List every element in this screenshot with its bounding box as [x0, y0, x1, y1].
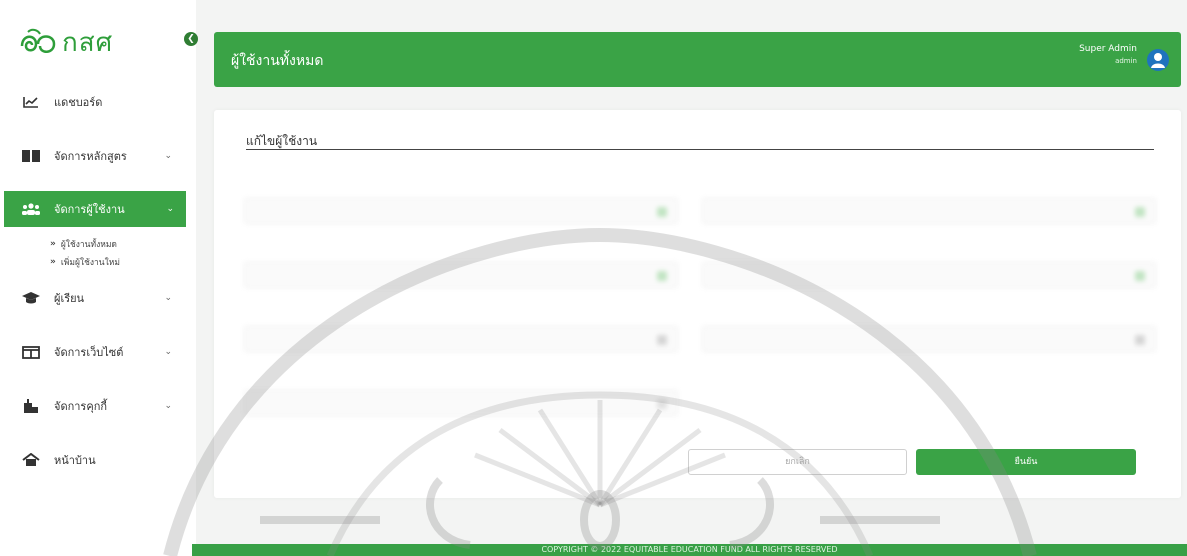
chevron-down-icon: ⌄: [164, 293, 172, 303]
page-header: ผู้ใช้งานทั้งหมด Super Admin admin: [214, 32, 1181, 87]
user-icon: [1151, 53, 1165, 68]
sidebar-subitem-label: ผู้ใช้งานทั้งหมด: [60, 240, 117, 250]
sidebar-item-cookies[interactable]: จัดการคุกกี้ ⌄: [0, 379, 196, 433]
user-name[interactable]: Super Admin: [1079, 44, 1137, 54]
double-chevron-right-icon: »: [50, 239, 56, 249]
field-icon: [657, 271, 667, 281]
form-field[interactable]: [244, 180, 678, 224]
sidebar-item-label: หน้าบ้าน: [54, 454, 96, 467]
sidebar-item-learners[interactable]: ผู้เรียน ⌄: [0, 271, 196, 325]
field-icon: [1135, 335, 1145, 345]
cancel-button[interactable]: ยกเลิก: [688, 449, 907, 475]
layout-icon: [22, 345, 40, 359]
sidebar-item-label: จัดการคุกกี้: [54, 400, 108, 413]
sidebar-subitem-add-user[interactable]: » เพิ่มผู้ใช้งานใหม่: [0, 253, 196, 271]
field-icon: [657, 335, 667, 345]
book-icon: [22, 149, 40, 163]
text-input[interactable]: [702, 262, 1156, 288]
field-icon: [1135, 271, 1145, 281]
sidebar-item-users[interactable]: จัดการผู้ใช้งาน ⌄: [4, 191, 186, 227]
user-role: admin: [1115, 57, 1137, 65]
field-label: [702, 308, 1156, 318]
chevron-down-icon: ⌄: [164, 347, 172, 357]
divider: [246, 149, 1154, 150]
chevron-down-icon: ⌄: [166, 204, 174, 214]
text-input[interactable]: [244, 198, 678, 224]
field-label: [702, 244, 1156, 254]
sidebar-item-dashboard[interactable]: แดชบอร์ด: [0, 75, 196, 129]
avatar[interactable]: [1147, 49, 1169, 71]
sidebar: กสศ ❮ แดชบอร์ด จัดการหลักสูตร ⌄ จัดการผู…: [0, 0, 198, 556]
blurred-form-fields: [244, 180, 1156, 420]
submit-button[interactable]: ยืนยัน: [916, 449, 1136, 475]
chevron-down-icon: ⌄: [164, 401, 172, 411]
sidebar-item-label: แดชบอร์ด: [54, 96, 103, 109]
form-field[interactable]: [244, 372, 678, 416]
form-field[interactable]: [702, 244, 1156, 288]
sidebar-item-courses[interactable]: จัดการหลักสูตร ⌄: [0, 129, 196, 183]
footer-copyright: COPYRIGHT © 2022 EQUITABLE EDUCATION FUN…: [541, 545, 838, 554]
select-input[interactable]: [702, 326, 1156, 352]
field-label: [244, 244, 678, 254]
building-icon: [22, 399, 40, 413]
select-input[interactable]: [244, 390, 678, 416]
field-icon: [657, 207, 667, 217]
field-label: [244, 180, 678, 190]
text-input[interactable]: [702, 198, 1156, 224]
field-label: [244, 308, 678, 318]
edit-user-card: แก้ไขผู้ใช้งาน ยกเลิก ยืนยัน: [214, 110, 1181, 498]
logo-mark-icon: [20, 28, 56, 53]
sidebar-subitem-label: เพิ่มผู้ใช้งานใหม่: [60, 258, 120, 268]
collapse-sidebar-button[interactable]: ❮: [184, 32, 198, 46]
sidebar-subitem-all-users[interactable]: » ผู้ใช้งานทั้งหมด: [0, 235, 196, 253]
users-icon: [22, 202, 40, 216]
sidebar-item-home[interactable]: หน้าบ้าน: [0, 433, 196, 487]
logo[interactable]: กสศ: [18, 22, 113, 63]
sidebar-item-label: จัดการเว็บไซต์: [54, 346, 124, 359]
form-field[interactable]: [244, 244, 678, 288]
footer: COPYRIGHT © 2022 EQUITABLE EDUCATION FUN…: [192, 544, 1187, 556]
page-title: ผู้ใช้งานทั้งหมด: [231, 53, 324, 69]
home-icon: [22, 453, 40, 467]
field-label: [702, 180, 1156, 190]
form-field[interactable]: [702, 180, 1156, 224]
graduation-cap-icon: [22, 291, 40, 305]
text-input[interactable]: [244, 262, 678, 288]
field-label: [244, 372, 678, 382]
field-icon: [1135, 207, 1145, 217]
field-icon: [657, 399, 667, 409]
select-input[interactable]: [244, 326, 678, 352]
chevron-down-icon: ⌄: [164, 151, 172, 161]
form-field[interactable]: [244, 308, 678, 352]
sidebar-item-label: ผู้เรียน: [54, 292, 85, 305]
sidebar-item-label: จัดการผู้ใช้งาน: [54, 203, 125, 216]
form-field[interactable]: [702, 308, 1156, 352]
logo-text: กสศ: [62, 28, 114, 58]
chart-line-icon: [22, 95, 40, 109]
double-chevron-right-icon: »: [50, 257, 56, 267]
sidebar-item-website[interactable]: จัดการเว็บไซต์ ⌄: [0, 325, 196, 379]
sidebar-nav: แดชบอร์ด จัดการหลักสูตร ⌄ จัดการผู้ใช้งา…: [0, 75, 196, 487]
sidebar-item-label: จัดการหลักสูตร: [54, 150, 127, 163]
